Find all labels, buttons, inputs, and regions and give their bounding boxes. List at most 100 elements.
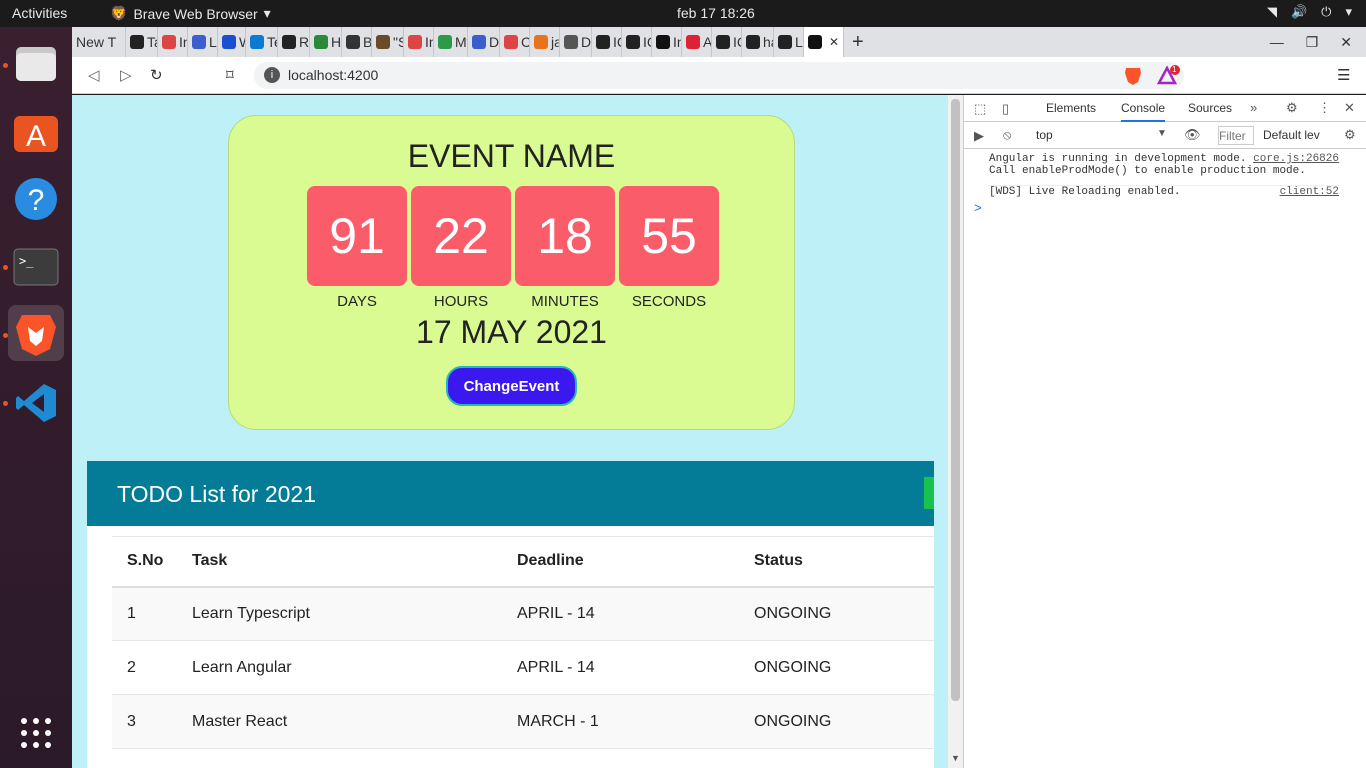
close-icon[interactable]: ✕: [1340, 34, 1352, 51]
browser-tab[interactable]: ha: [742, 27, 774, 57]
help-icon[interactable]: ?: [8, 171, 64, 227]
tab-title: ja: [551, 34, 559, 50]
vscode-icon[interactable]: [8, 375, 64, 431]
seconds-label: SECONDS: [631, 293, 707, 310]
cell-status: ONGOING: [739, 640, 934, 695]
log-level-selector[interactable]: Default lev: [1263, 128, 1320, 142]
tab-console[interactable]: Console: [1121, 101, 1166, 122]
add-todo-button[interactable]: [924, 477, 934, 509]
brave-lion-icon: 🦁: [110, 5, 128, 21]
browser-tab[interactable]: W: [218, 27, 246, 57]
tab-title: An: [703, 34, 712, 50]
scroll-down-icon[interactable]: ▼: [951, 753, 960, 763]
activities-button[interactable]: Activities: [12, 5, 67, 21]
software-center-icon[interactable]: A: [8, 103, 64, 159]
browser-tab[interactable]: La: [774, 27, 804, 57]
browser-tab[interactable]: H: [310, 27, 342, 57]
browser-tab[interactable]: Do: [560, 27, 592, 57]
browser-tab[interactable]: In: [652, 27, 682, 57]
settings-gear-icon[interactable]: ⚙: [1286, 100, 1298, 116]
more-tabs-icon[interactable]: »: [1250, 100, 1257, 115]
show-apps-icon[interactable]: [20, 717, 52, 754]
sidebar-toggle-icon[interactable]: ▶: [974, 128, 984, 144]
minutes-label: MINUTES: [531, 293, 599, 310]
inspect-element-icon[interactable]: ⬚: [974, 101, 986, 117]
tab-title: IC: [643, 34, 651, 50]
browser-tab[interactable]: Le: [188, 27, 218, 57]
maximize-icon[interactable]: ❐: [1306, 34, 1319, 51]
context-dropdown-icon[interactable]: ▼: [1157, 128, 1167, 139]
wifi-icon: ◥: [1266, 4, 1277, 19]
browser-tab[interactable]: Te: [246, 27, 278, 57]
device-toolbar-icon[interactable]: ▯: [1002, 101, 1009, 117]
minimize-icon[interactable]: —: [1270, 34, 1284, 51]
browser-tab[interactable]: IC: [622, 27, 652, 57]
tab-title: Le: [209, 34, 217, 50]
context-selector[interactable]: top: [1036, 128, 1053, 142]
console-prompt[interactable]: >: [974, 201, 982, 216]
menu-icon[interactable]: ☰: [1337, 66, 1350, 84]
browser-tab[interactable]: ✕: [804, 27, 844, 57]
browser-tab[interactable]: In: [158, 27, 188, 57]
days-label: DAYS: [337, 293, 377, 310]
browser-tab[interactable]: Ca: [500, 27, 530, 57]
page-scrollbar[interactable]: ▼: [948, 95, 963, 768]
todo-panel: S.No Task Deadline Status 1 Learn Typesc…: [87, 526, 934, 768]
bookmark-icon[interactable]: ⌑: [226, 66, 234, 84]
console-source-link[interactable]: client:52: [1280, 186, 1339, 198]
browser-tab[interactable]: In: [404, 27, 434, 57]
terminal-icon[interactable]: >_: [8, 239, 64, 295]
address-bar[interactable]: i localhost:4200: [254, 62, 1184, 89]
close-devtools-icon[interactable]: ✕: [1344, 100, 1355, 116]
brave-rewards-icon[interactable]: 1: [1156, 65, 1181, 90]
tab-favicon-icon: [130, 35, 144, 49]
tab-favicon-icon: [746, 35, 760, 49]
more-options-icon[interactable]: ⋮: [1318, 100, 1331, 116]
console-source-link[interactable]: core.js:26826: [1253, 153, 1339, 165]
close-tab-icon[interactable]: ✕: [829, 35, 839, 49]
console-settings-icon[interactable]: ⚙: [1344, 127, 1356, 143]
forward-icon[interactable]: ▷: [120, 66, 132, 84]
clear-console-icon[interactable]: ⦸: [1003, 127, 1011, 143]
site-info-icon[interactable]: i: [264, 67, 280, 83]
clock[interactable]: feb 17 18:26: [677, 5, 755, 21]
system-tray[interactable]: ◥ 🔊 ⏻ ▾: [1267, 4, 1352, 20]
browser-tab[interactable]: "S: [372, 27, 404, 57]
browser-tab[interactable]: An: [682, 27, 712, 57]
tab-title: La: [795, 34, 803, 50]
brave-shields-icon[interactable]: [1124, 65, 1142, 90]
browser-tab[interactable]: Ba: [342, 27, 372, 57]
tab-elements[interactable]: Elements: [1046, 101, 1096, 115]
reload-icon[interactable]: ↻: [150, 66, 163, 84]
todo-header: TODO List for 2021: [87, 461, 934, 526]
browser-tab[interactable]: IC: [592, 27, 622, 57]
brave-browser-icon[interactable]: [8, 305, 64, 361]
column-header-status: Status: [739, 536, 934, 588]
column-header-deadline: Deadline: [502, 536, 739, 588]
change-event-button[interactable]: ChangeEvent: [446, 366, 577, 406]
browser-tab[interactable]: My: [434, 27, 468, 57]
tab-sources[interactable]: Sources: [1188, 101, 1232, 115]
new-tab-button[interactable]: +: [844, 31, 872, 54]
console-filter-input[interactable]: [1218, 126, 1254, 145]
hours-label: HOURS: [433, 293, 489, 310]
tab-title: Do: [581, 34, 592, 50]
svg-text:A: A: [26, 120, 46, 153]
cell-sno: 3: [112, 694, 177, 749]
scrollbar-thumb[interactable]: [951, 99, 960, 701]
browser-tab[interactable]: Ta: [126, 27, 158, 57]
tab-title: Da: [489, 34, 500, 50]
table-header-row: S.No Task Deadline Status: [112, 536, 934, 588]
browser-tab[interactable]: New T: [72, 27, 126, 57]
tab-title: Ra: [299, 34, 310, 50]
live-expression-eye-icon[interactable]: 👁: [1184, 127, 1201, 143]
files-app-icon[interactable]: [8, 35, 64, 91]
browser-tab[interactable]: IC: [712, 27, 742, 57]
back-icon[interactable]: ◁: [88, 66, 100, 84]
browser-tab[interactable]: ja: [530, 27, 560, 57]
app-menu[interactable]: 🦁 Brave Web Browser ▾: [110, 5, 271, 22]
console-message: [WDS] Live Reloading enabled. client:52: [989, 185, 1339, 198]
browser-tab[interactable]: Ra: [278, 27, 310, 57]
tab-title: My: [455, 34, 467, 50]
browser-tab[interactable]: Da: [468, 27, 500, 57]
